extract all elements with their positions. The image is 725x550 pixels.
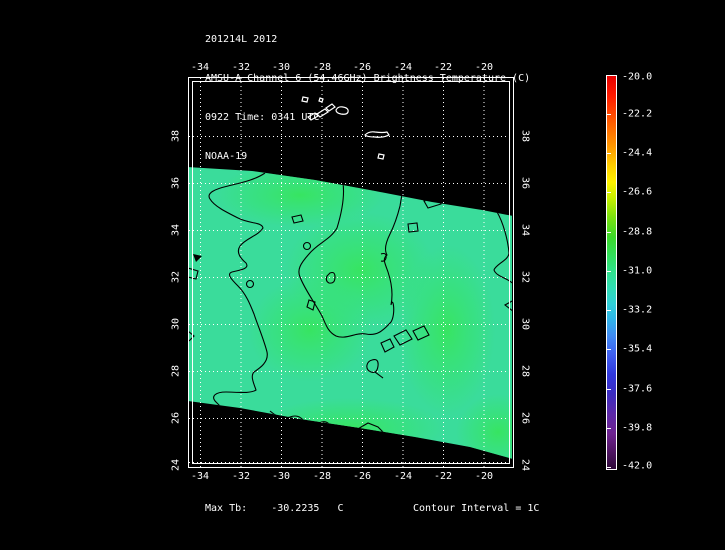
lon-tick-label-top: -20 bbox=[474, 62, 494, 73]
lon-tick-label-top: -34 bbox=[190, 62, 210, 73]
colorbar-tick-label: -39.8 bbox=[622, 422, 653, 434]
contour-lines bbox=[188, 172, 513, 436]
colorbar-tick-label: -31.0 bbox=[622, 265, 653, 277]
lon-tick-label-bottom: -28 bbox=[312, 471, 332, 482]
header-title-line: AMSU-A Channel 6 (54.46GHz) Brightness T… bbox=[205, 73, 531, 84]
max-tb-readout: Max Tb: -30.2235 C bbox=[205, 503, 344, 514]
lon-tick-label-bottom: -32 bbox=[231, 471, 251, 482]
map-swath bbox=[189, 167, 512, 459]
colorbar-tick-label: -26.6 bbox=[622, 186, 653, 198]
lat-tick-label-left: 24 bbox=[170, 458, 182, 472]
colorbar-tick-label: -24.4 bbox=[622, 147, 653, 159]
lat-tick-label-right: 28 bbox=[519, 364, 531, 378]
lon-tick-label-bottom: -20 bbox=[474, 471, 494, 482]
lat-tick-label-left: 28 bbox=[170, 364, 182, 378]
colorbar-tick-label: -42.0 bbox=[622, 460, 653, 472]
lon-tick-label-bottom: -24 bbox=[393, 471, 413, 482]
lat-tick-label-left: 26 bbox=[170, 411, 182, 425]
lon-tick-label-bottom: -34 bbox=[190, 471, 210, 482]
lat-tick-label-left: 34 bbox=[170, 223, 182, 237]
colorbar-tick-label: -37.6 bbox=[622, 383, 653, 395]
lon-tick-label-top: -28 bbox=[312, 62, 332, 73]
lon-tick-label-bottom: -26 bbox=[352, 471, 372, 482]
header-time-line: 0922 Time: 0341 UTC bbox=[205, 112, 320, 123]
colorbar-tick-label: -28.8 bbox=[622, 226, 653, 238]
lat-tick-label-left: 30 bbox=[170, 317, 182, 331]
lon-tick-label-top: -30 bbox=[271, 62, 291, 73]
lat-tick-label-right: 34 bbox=[519, 223, 531, 237]
warm-green-blobs bbox=[215, 167, 512, 459]
header-date-line: 201214L 2012 bbox=[205, 34, 278, 45]
lat-tick-label-left: 36 bbox=[170, 176, 182, 190]
lat-tick-label-right: 26 bbox=[519, 411, 531, 425]
lat-tick-label-right: 32 bbox=[519, 270, 531, 284]
colorbar-tick-label: -20.0 bbox=[622, 71, 653, 83]
lon-tick-label-top: -22 bbox=[433, 62, 453, 73]
lat-tick-label-right: 30 bbox=[519, 317, 531, 331]
amsu-plot-screen: { "title": { "lines": [ "201214L 2012", … bbox=[0, 0, 725, 550]
plot-header: 201214L 2012 AMSU-A Channel 6 (54.46GHz)… bbox=[205, 7, 530, 176]
lat-tick-label-left: 38 bbox=[170, 129, 182, 143]
colorbar-gradient bbox=[606, 75, 617, 470]
lon-tick-label-top: -24 bbox=[393, 62, 413, 73]
lon-tick-label-bottom: -22 bbox=[433, 471, 453, 482]
colorbar-tick-label: -33.2 bbox=[622, 304, 653, 316]
colorbar-tick-label: -35.4 bbox=[622, 343, 653, 355]
lat-tick-label-left: 32 bbox=[170, 270, 182, 284]
lat-tick-label-right: 36 bbox=[519, 176, 531, 190]
contour-interval-readout: Contour Interval = 1C bbox=[413, 503, 540, 514]
lat-tick-label-right: 38 bbox=[519, 129, 531, 143]
max-location-marker bbox=[193, 254, 202, 262]
lon-tick-label-top: -32 bbox=[231, 62, 251, 73]
lon-tick-label-bottom: -30 bbox=[271, 471, 291, 482]
lon-tick-label-top: -26 bbox=[352, 62, 372, 73]
header-satellite-line: NOAA-19 bbox=[205, 151, 248, 162]
lat-tick-label-right: 24 bbox=[519, 458, 531, 472]
colorbar-tick-label: -22.2 bbox=[622, 108, 653, 120]
